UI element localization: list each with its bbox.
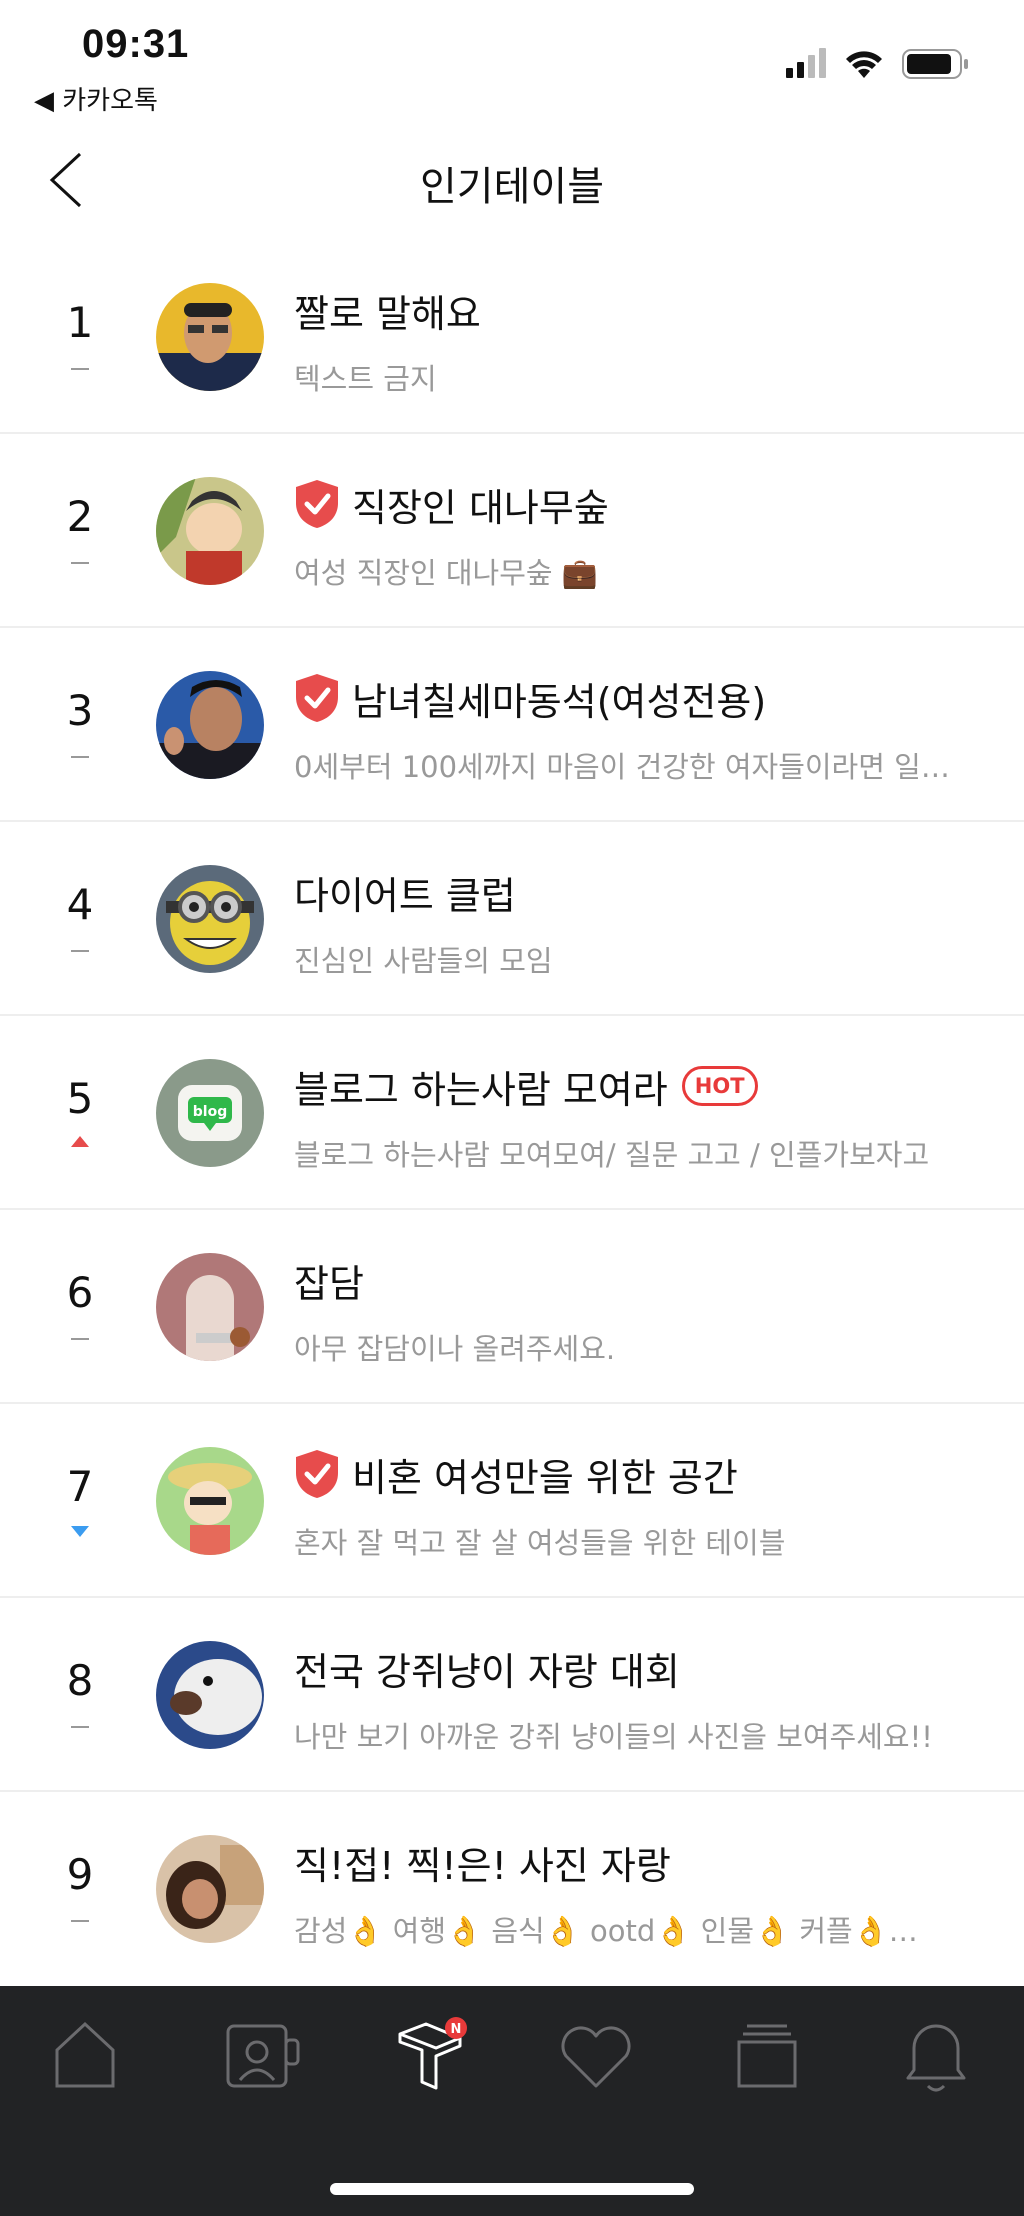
trend-same-icon <box>71 368 89 370</box>
avatar <box>156 283 264 391</box>
trend-same-icon <box>71 1920 89 1922</box>
table-row[interactable]: 7 비혼 여성만을 위한 공간 혼자 잘 먹고 잘 살 여성들을 위한 테이블 <box>0 1404 1024 1598</box>
status-bar: 09:31 ◀ 카카오톡 <box>0 0 1024 120</box>
rank-number: 7 <box>66 1462 94 1511</box>
trend-same-icon <box>71 1726 89 1728</box>
table-description: 혼자 잘 먹고 잘 살 여성들을 위한 테이블 <box>294 1526 786 1560</box>
avatar <box>156 1447 264 1555</box>
table-title: 다이어트 클럽 <box>294 873 516 918</box>
rank-number: 5 <box>66 1074 94 1123</box>
table-description: 진심인 사람들의 모임 <box>294 944 553 978</box>
table-row[interactable]: 9 직!접! 찍!은! 사진 자랑 감성👌 여행👌 음식👌 ootd👌 인물👌 … <box>0 1792 1024 1986</box>
avatar <box>156 477 264 585</box>
table-description: 텍스트 금지 <box>294 362 437 396</box>
rank-number: 2 <box>66 492 94 541</box>
avatar: blog <box>156 1059 264 1167</box>
table-title: 비혼 여성만을 위한 공간 <box>352 1455 738 1500</box>
trend-up-icon <box>71 1136 89 1147</box>
blog-logo-text: blog <box>193 1104 227 1120</box>
verified-shield-icon <box>296 674 338 722</box>
table-icon: N <box>398 2017 467 2090</box>
hot-badge: HOT <box>681 1066 758 1106</box>
nav-bar: 인기테이블 <box>0 120 1024 242</box>
rank-number: 8 <box>66 1656 94 1705</box>
table-row[interactable]: 4 다이어트 클럽 진심인 사람들의 모임 <box>0 822 1024 1016</box>
trend-same-icon <box>71 562 89 564</box>
rank-number: 9 <box>66 1850 94 1899</box>
wifi-icon <box>846 51 882 78</box>
avatar <box>156 865 264 973</box>
avatar <box>156 1835 264 1943</box>
page-title: 인기테이블 <box>420 164 604 210</box>
rank-number: 6 <box>66 1268 94 1317</box>
profile-card-icon[interactable] <box>210 2016 310 2096</box>
table-title: 전국 강쥐냥이 자랑 대회 <box>294 1649 680 1694</box>
table-row[interactable]: 8 전국 강쥐냥이 자랑 대회 나만 보기 아까운 강쥐 냥이들의 사진을 보여… <box>0 1598 1024 1792</box>
bell-icon[interactable] <box>886 2016 986 2096</box>
rank-number: 1 <box>66 298 94 347</box>
table-row[interactable]: 3 남녀칠세마동석(여성전용) 0세부터 100세까지 마음이 건강한 여자들이… <box>0 628 1024 822</box>
table-row[interactable]: 6 잡담 아무 잡담이나 올려주세요. <box>0 1210 1024 1404</box>
table-tab[interactable]: N <box>380 2016 480 2096</box>
table-title: 잡담 <box>294 1261 364 1306</box>
rank-number: 3 <box>66 686 94 735</box>
back-to-app-link[interactable]: ◀ 카카오톡 <box>34 80 158 117</box>
table-row[interactable]: 2 직장인 대나무숲 여성 직장인 대나무숲 💼 <box>0 434 1024 628</box>
trend-down-icon <box>71 1526 89 1537</box>
table-title: 남녀칠세마동석(여성전용) <box>352 679 767 724</box>
status-time: 09:31 <box>82 22 190 66</box>
verified-shield-icon <box>296 480 338 528</box>
home-indicator[interactable] <box>330 2183 694 2195</box>
battery-icon <box>902 49 968 79</box>
table-description: 나만 보기 아까운 강쥐 냥이들의 사진을 보여주세요!! <box>294 1720 933 1754</box>
table-title: 짤로 말해요 <box>294 291 481 336</box>
status-icons <box>786 48 968 79</box>
trend-same-icon <box>71 756 89 758</box>
collection-icon[interactable] <box>717 2016 817 2096</box>
verified-shield-icon <box>296 1450 338 1498</box>
bottom-tab-bar: N <box>0 1986 1024 2216</box>
avatar <box>156 1641 264 1749</box>
table-title: 블로그 하는사람 모여라 <box>294 1067 668 1112</box>
popular-table-list: 1 짤로 말해요 텍스트 금지 2 직장인 대나무숲 여성 직장인 대나무숲 💼… <box>0 240 1024 1986</box>
signal-icon <box>786 48 826 78</box>
rank-number: 4 <box>66 880 94 929</box>
table-description: 블로그 하는사람 모여모여/ 질문 고고 / 인플가보자고 <box>294 1138 930 1172</box>
trend-same-icon <box>71 1338 89 1340</box>
avatar <box>156 671 264 779</box>
trend-same-icon <box>71 950 89 952</box>
table-row[interactable]: 1 짤로 말해요 텍스트 금지 <box>0 240 1024 434</box>
table-row[interactable]: 5 blog 블로그 하는사람 모여라 HOT 블로그 하는사람 모여모여/ 질… <box>0 1016 1024 1210</box>
table-description: 아무 잡담이나 올려주세요. <box>294 1332 616 1366</box>
avatar <box>156 1253 264 1361</box>
table-title: 직장인 대나무숲 <box>352 485 609 530</box>
table-title: 직!접! 찍!은! 사진 자랑 <box>294 1843 671 1888</box>
home-icon[interactable] <box>35 2016 135 2096</box>
table-description: 여성 직장인 대나무숲 💼 <box>294 556 598 590</box>
table-description: 감성👌 여행👌 음식👌 ootd👌 인물👌 커플👌… <box>294 1914 918 1948</box>
heart-icon[interactable] <box>546 2016 646 2096</box>
table-description: 0세부터 100세까지 마음이 건강한 여자들이라면 일… <box>294 750 950 784</box>
new-badge: N <box>451 2022 462 2037</box>
